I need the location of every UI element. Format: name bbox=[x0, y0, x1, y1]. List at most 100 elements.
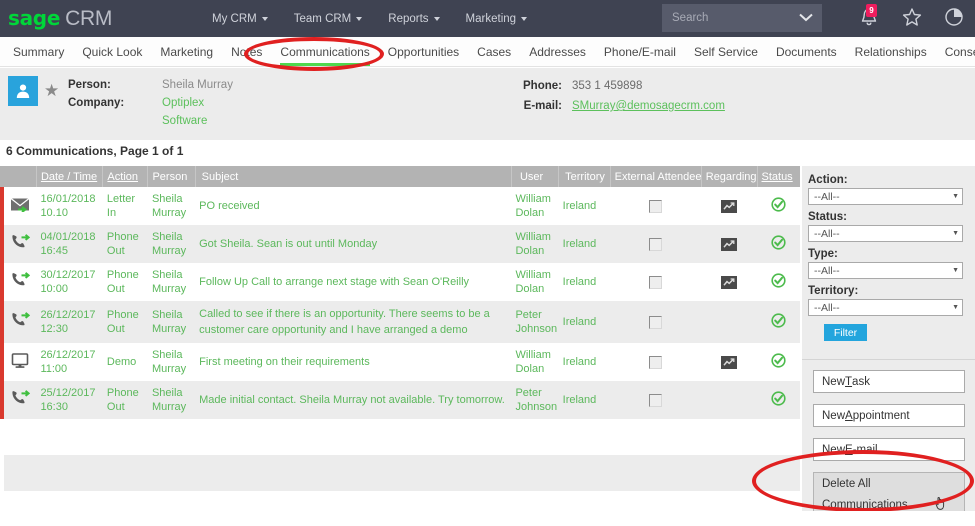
table-row[interactable]: 30/12/2017 10:00 Phone Out Sheila Murray Follo… bbox=[0, 263, 800, 301]
person-link[interactable]: Sheila Murray bbox=[152, 309, 186, 335]
row-type-icon-cell[interactable] bbox=[4, 187, 37, 225]
regarding-opportunity-icon[interactable] bbox=[721, 275, 738, 289]
tab-cases[interactable]: Cases bbox=[468, 37, 520, 67]
person-link[interactable]: Sheila Murray bbox=[152, 349, 186, 375]
menu-my-crm[interactable]: My CRM bbox=[212, 13, 268, 25]
phone-out-icon[interactable] bbox=[10, 390, 31, 410]
favourite-star-icon[interactable]: ★ bbox=[44, 81, 59, 101]
phone-out-icon[interactable] bbox=[10, 272, 31, 292]
email-link[interactable]: SMurray@demosagecrm.com bbox=[572, 100, 725, 112]
cell-person[interactable]: Sheila Murray bbox=[147, 381, 196, 419]
th-subject[interactable]: Subject bbox=[195, 166, 512, 187]
external-attendees-checkbox[interactable] bbox=[649, 199, 663, 213]
tab-self-service[interactable]: Self Service bbox=[685, 37, 767, 67]
cell-subject[interactable]: Called to see if there is an opportunity… bbox=[195, 301, 512, 343]
th-status-label[interactable]: Status bbox=[762, 171, 793, 183]
person-link[interactable]: Sheila Murray bbox=[152, 387, 186, 413]
new-email-button[interactable]: New E -mail bbox=[813, 438, 965, 461]
tab-documents[interactable]: Documents bbox=[767, 37, 846, 67]
person-link[interactable]: Sheila Murray bbox=[152, 231, 186, 257]
notification-bell-icon[interactable]: 9 bbox=[859, 4, 881, 30]
person-link[interactable]: Sheila Murray bbox=[152, 269, 186, 295]
phone-out-icon[interactable] bbox=[10, 234, 31, 254]
filter-button[interactable]: Filter bbox=[824, 324, 867, 341]
th-person[interactable]: Person bbox=[147, 166, 196, 187]
table-row[interactable]: 26/12/2017 12:30 Phone Out Sheila Murray Calle… bbox=[0, 301, 800, 343]
menu-team-crm[interactable]: Team CRM bbox=[294, 13, 363, 25]
regarding-opportunity-icon[interactable] bbox=[721, 237, 738, 251]
table-row[interactable]: 04/01/2018 16:45 Phone Out Sheila Murray Got S… bbox=[0, 225, 800, 263]
filter-status-select[interactable]: --All-- ▼ bbox=[808, 225, 963, 242]
tab-marketing[interactable]: Marketing bbox=[151, 37, 222, 67]
cell-subject[interactable]: Follow Up Call to arrange next stage wit… bbox=[195, 263, 512, 301]
regarding-opportunity-icon[interactable] bbox=[721, 355, 738, 369]
table-row[interactable]: 16/01/2018 10.10 Letter In Sheila Murray PO re… bbox=[0, 187, 800, 225]
demo-monitor-icon[interactable] bbox=[10, 352, 30, 372]
filter-territory-select[interactable]: --All-- ▼ bbox=[808, 299, 963, 316]
th-date-time[interactable]: Date / Time▼ bbox=[36, 166, 104, 187]
cell-subject[interactable]: PO received bbox=[195, 187, 512, 225]
recent-history-icon[interactable] bbox=[943, 6, 965, 30]
cell-subject[interactable]: Got Sheila. Sean is out until Monday bbox=[195, 225, 512, 263]
letter-envelope-icon[interactable] bbox=[10, 197, 30, 215]
tab-addresses[interactable]: Addresses bbox=[520, 37, 595, 67]
new-task-button[interactable]: New Task bbox=[813, 370, 965, 393]
row-type-icon-cell[interactable] bbox=[4, 225, 37, 263]
sage-crm-logo[interactable]: sage CRM bbox=[8, 6, 112, 31]
tab-notes[interactable]: Notes bbox=[222, 37, 271, 67]
company-link-line1[interactable]: Optiplex bbox=[162, 94, 233, 112]
cell-person[interactable]: Sheila Murray bbox=[147, 301, 196, 343]
filter-action-select[interactable]: --All-- ▼ bbox=[808, 188, 963, 205]
row-type-icon-cell[interactable] bbox=[4, 263, 37, 301]
tab-quick-look[interactable]: Quick Look bbox=[73, 37, 151, 67]
cell-subject[interactable]: Made initial contact. Sheila Murray not … bbox=[195, 381, 512, 419]
cell-subject[interactable]: First meeting on their requirements bbox=[195, 343, 512, 381]
favorites-star-icon[interactable] bbox=[901, 6, 923, 30]
menu-marketing[interactable]: Marketing bbox=[466, 13, 528, 25]
external-attendees-checkbox[interactable] bbox=[649, 355, 663, 369]
tab-opportunities[interactable]: Opportunities bbox=[379, 37, 468, 67]
cell-external-attendees[interactable] bbox=[610, 301, 702, 343]
row-type-icon-cell[interactable] bbox=[4, 343, 37, 381]
th-external-attendees[interactable]: External Attendees bbox=[610, 166, 702, 187]
row-type-icon-cell[interactable] bbox=[4, 381, 37, 419]
new-appointment-button[interactable]: New Appointment bbox=[813, 404, 965, 427]
th-date-time-label[interactable]: Date / Time bbox=[41, 171, 97, 183]
tab-phone-email[interactable]: Phone/E-mail bbox=[595, 37, 685, 67]
external-attendees-checkbox[interactable] bbox=[649, 315, 663, 329]
regarding-opportunity-icon[interactable] bbox=[721, 199, 738, 213]
company-link-line2[interactable]: Software bbox=[162, 112, 233, 130]
filter-type-select[interactable]: --All-- ▼ bbox=[808, 262, 963, 279]
menu-reports[interactable]: Reports bbox=[388, 13, 440, 25]
tab-summary[interactable]: Summary bbox=[4, 37, 73, 67]
table-row[interactable]: 26/12/2017 11:00 Demo Sheila Murray First mee… bbox=[0, 343, 800, 381]
external-attendees-checkbox[interactable] bbox=[649, 237, 663, 251]
th-territory[interactable]: Territory bbox=[558, 166, 611, 187]
cell-external-attendees[interactable] bbox=[610, 225, 702, 263]
external-attendees-checkbox[interactable] bbox=[649, 393, 663, 407]
table-row[interactable]: 25/12/2017 16:30 Phone Out Sheila Murray Made … bbox=[0, 381, 800, 419]
external-attendees-checkbox[interactable] bbox=[649, 275, 663, 289]
chevron-down-icon[interactable] bbox=[799, 9, 813, 27]
cell-external-attendees[interactable] bbox=[610, 381, 702, 419]
tab-consent[interactable]: Consent bbox=[936, 37, 975, 67]
th-action-label[interactable]: Action bbox=[107, 171, 138, 183]
cell-person[interactable]: Sheila Murray bbox=[147, 343, 196, 381]
cell-external-attendees[interactable] bbox=[610, 187, 702, 225]
cell-person[interactable]: Sheila Murray bbox=[147, 263, 196, 301]
th-user[interactable]: User bbox=[511, 166, 560, 187]
cell-person[interactable]: Sheila Murray bbox=[147, 187, 196, 225]
th-action[interactable]: Action bbox=[102, 166, 149, 187]
th-regarding[interactable]: Regarding bbox=[701, 166, 758, 187]
search-input[interactable]: Search bbox=[662, 4, 822, 32]
cell-person[interactable]: Sheila Murray bbox=[147, 225, 196, 263]
cell-external-attendees[interactable] bbox=[610, 343, 702, 381]
cell-external-attendees[interactable] bbox=[610, 263, 702, 301]
person-link[interactable]: Sheila Murray bbox=[152, 193, 186, 219]
tab-communications[interactable]: Communications bbox=[271, 37, 378, 67]
row-type-icon-cell[interactable] bbox=[4, 301, 37, 343]
tab-relationships[interactable]: Relationships bbox=[846, 37, 936, 67]
th-status[interactable]: Status bbox=[757, 166, 800, 187]
phone-out-icon[interactable] bbox=[10, 312, 31, 332]
cell-action: Phone Out bbox=[102, 381, 148, 419]
